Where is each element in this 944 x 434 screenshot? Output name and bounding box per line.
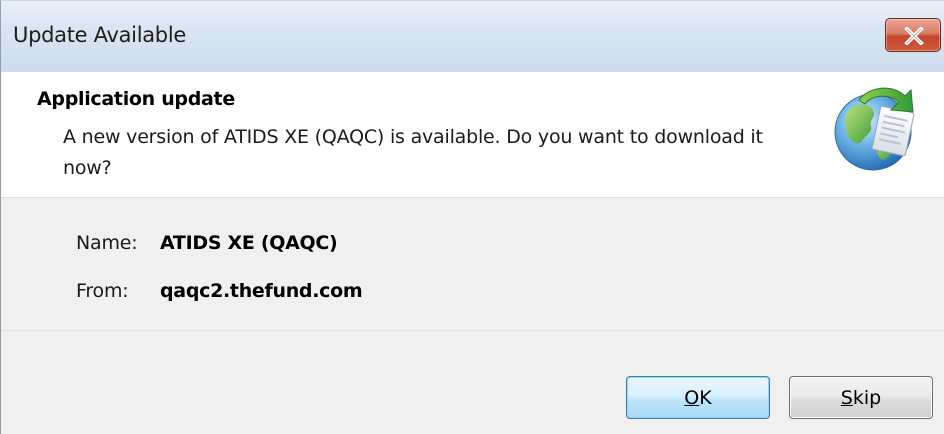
close-icon xyxy=(886,19,942,53)
ok-button[interactable]: OK xyxy=(626,376,770,419)
skip-button[interactable]: Skip xyxy=(789,376,933,419)
dialog-header: Application update A new version of ATID… xyxy=(1,72,944,198)
from-value: qaqc2.thefund.com xyxy=(160,280,363,302)
details-panel: Name: ATIDS XE (QAQC) From: qaqc2.thefun… xyxy=(1,198,944,331)
header-description: A new version of ATIDS XE (QAQC) is avai… xyxy=(63,126,763,179)
window-title: Update Available xyxy=(13,23,186,47)
from-row: From: qaqc2.thefund.com xyxy=(76,276,363,306)
name-row: Name: ATIDS XE (QAQC) xyxy=(76,228,338,258)
globe-update-icon xyxy=(829,80,925,176)
title-bar[interactable]: Update Available xyxy=(1,1,944,72)
close-button[interactable] xyxy=(885,18,941,52)
update-dialog: Update Available Application update A ne… xyxy=(0,0,944,434)
header-title: Application update xyxy=(37,88,235,110)
button-bar: OK Skip xyxy=(1,331,944,434)
name-value: ATIDS XE (QAQC) xyxy=(160,232,338,254)
name-label: Name: xyxy=(76,232,138,254)
from-label: From: xyxy=(76,280,129,302)
skip-button-label: Skip xyxy=(840,386,882,409)
ok-button-label: OK xyxy=(684,386,712,409)
